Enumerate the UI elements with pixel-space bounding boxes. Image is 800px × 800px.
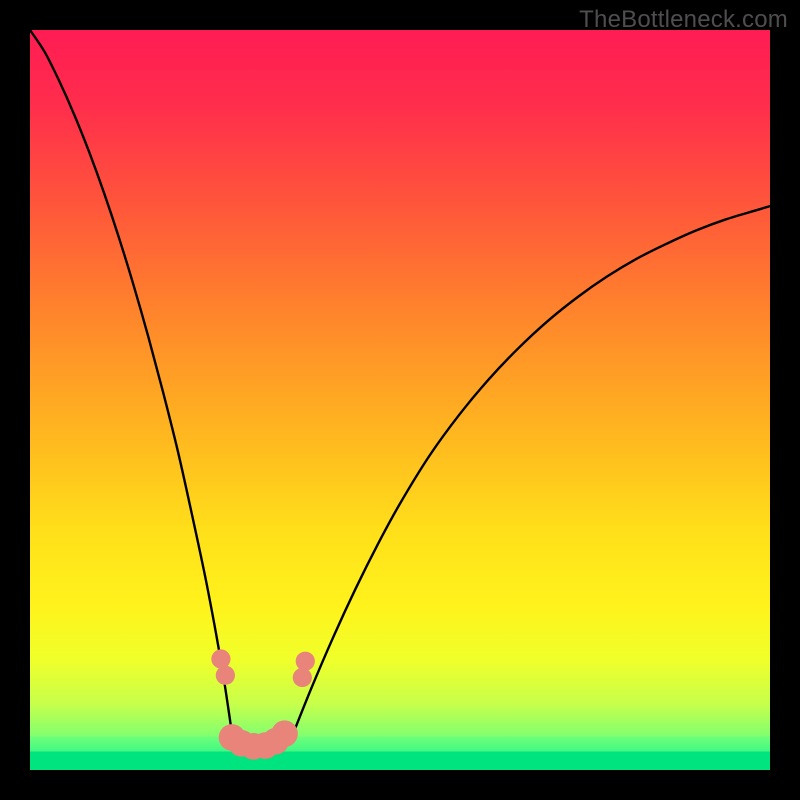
watermark-text: TheBottleneck.com xyxy=(579,6,788,34)
data-marker xyxy=(271,720,298,747)
bottleneck-chart xyxy=(30,30,770,770)
data-marker xyxy=(216,666,235,685)
chart-background xyxy=(30,30,770,770)
data-marker xyxy=(296,652,315,671)
chart-frame xyxy=(30,30,770,770)
data-marker xyxy=(211,649,230,668)
green-floor xyxy=(30,752,770,771)
data-marker xyxy=(293,668,312,687)
